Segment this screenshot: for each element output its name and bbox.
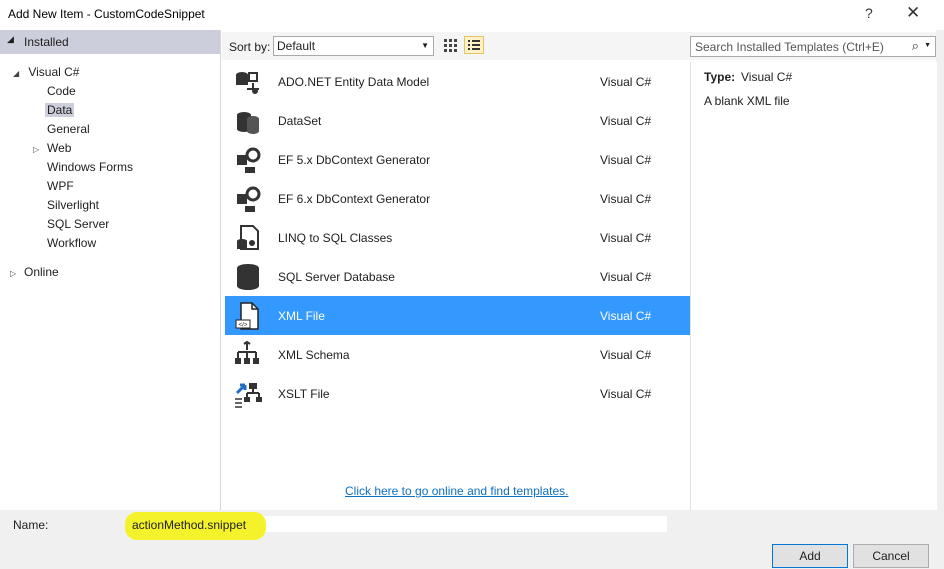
template-name: EF 6.x DbContext Generator (278, 192, 431, 206)
list-item[interactable]: LINQ to SQL Classes Visual C# (225, 218, 690, 257)
tree-item-general[interactable]: General (47, 120, 90, 139)
search-icon[interactable]: ⌕ (912, 38, 919, 54)
close-button[interactable]: ✕ (906, 3, 920, 23)
template-description: A blank XML file (704, 94, 790, 108)
tree-item-visual-csharp[interactable]: ◢ Visual C# (13, 63, 79, 82)
cancel-button[interactable]: Cancel (853, 544, 929, 568)
grid-view-button[interactable] (440, 36, 460, 54)
tree-item-sql-server[interactable]: SQL Server (47, 215, 109, 234)
chevron-down-icon[interactable]: ▼ (924, 42, 931, 49)
list-view-icon (468, 40, 480, 50)
svg-text:</>: </> (239, 323, 248, 329)
xml-file-icon: </> (235, 302, 259, 330)
xslt-file-icon (235, 383, 262, 408)
tree-item-label: General (47, 122, 90, 136)
category-tree: ◢ Installed ◢ Visual C# Code Data Genera… (0, 30, 221, 510)
list-item[interactable]: XML Schema Visual C# (225, 335, 690, 374)
template-language: Visual C# (600, 348, 652, 362)
tree-item-workflow[interactable]: Workflow (47, 234, 96, 253)
list-item[interactable]: ADO.NET Entity Data Model Visual C# (225, 62, 690, 101)
template-language: Visual C# (600, 75, 652, 89)
list-item[interactable]: DataSet Visual C# (225, 101, 690, 140)
template-name: SQL Server Database (278, 270, 395, 284)
online-templates-link[interactable]: Click here to go online and find templat… (345, 484, 568, 498)
template-name: LINQ to SQL Classes (278, 231, 393, 245)
search-placeholder: Search Installed Templates (Ctrl+E) (695, 40, 884, 54)
details-pane: Type: Visual C# A blank XML file (690, 62, 937, 510)
sort-value: Default (277, 39, 316, 53)
ef-generator-icon (237, 186, 261, 212)
template-language: Visual C# (600, 153, 652, 167)
tree-item-label: Code (47, 84, 76, 98)
template-language: Visual C# (600, 231, 652, 245)
title-bar: Add New Item - CustomCodeSnippet ? ✕ (0, 0, 944, 30)
tree-item-label: Web (47, 141, 72, 155)
tree-item-label: Windows Forms (47, 160, 134, 174)
tree-item-code[interactable]: Code (47, 82, 76, 101)
list-item[interactable]: </> XML File Visual C# (225, 296, 690, 335)
template-name: EF 5.x DbContext Generator (278, 153, 431, 167)
tree-item-label: Visual C# (28, 65, 80, 79)
tree-online-label: Online (24, 265, 59, 279)
list-item[interactable]: SQL Server Database Visual C# (225, 257, 690, 296)
tree-installed-label: Installed (24, 35, 69, 49)
list-item[interactable]: EF 5.x DbContext Generator Visual C# (225, 140, 690, 179)
expand-icon[interactable]: ▷ (33, 140, 47, 159)
ef-generator-icon (237, 147, 261, 173)
template-language: Visual C# (600, 309, 652, 323)
tree-item-label: SQL Server (47, 217, 110, 231)
window-edge (936, 30, 944, 569)
tree-item-label: Silverlight (47, 198, 100, 212)
tree-item-wpf[interactable]: WPF (47, 177, 74, 196)
template-language: Visual C# (600, 270, 652, 284)
list-item[interactable]: EF 6.x DbContext Generator Visual C# (225, 179, 690, 218)
search-input[interactable]: Search Installed Templates (Ctrl+E) ⌕ ▼ (690, 36, 936, 57)
chevron-down-icon: ▼ (421, 41, 429, 50)
template-language: Visual C# (600, 114, 652, 128)
add-button[interactable]: Add (772, 544, 848, 568)
xml-schema-icon (235, 340, 259, 364)
list-view-button[interactable] (464, 36, 484, 54)
expand-icon[interactable]: ◢ (13, 64, 25, 83)
entity-model-icon (236, 72, 259, 94)
type-value: Visual C# (741, 70, 793, 84)
footer-bar: Name: actionMethod.snippet Add Cancel (0, 510, 936, 569)
template-name: ADO.NET Entity Data Model (278, 75, 430, 89)
template-name: XSLT File (278, 387, 330, 401)
window-title: Add New Item - CustomCodeSnippet (8, 7, 205, 21)
tree-section-online[interactable]: ▷ Online (10, 263, 59, 282)
sort-label: Sort by: (229, 40, 271, 54)
template-name: XML File (278, 309, 325, 323)
tree-item-label: WPF (47, 179, 74, 193)
template-list: ADO.NET Entity Data Model Visual C# Data… (225, 62, 690, 510)
list-item[interactable]: XSLT File Visual C# (225, 374, 690, 413)
collapse-icon[interactable]: ◢ (7, 34, 14, 45)
tree-item-windows-forms[interactable]: Windows Forms (47, 158, 133, 177)
template-name: DataSet (278, 114, 322, 128)
help-button[interactable]: ? (865, 5, 873, 21)
tree-section-installed[interactable]: ◢ Installed (0, 30, 220, 54)
sort-dropdown[interactable]: Default ▼ (273, 36, 434, 56)
tree-item-web[interactable]: ▷ Web (33, 139, 71, 158)
dataset-icon (237, 112, 259, 134)
tree-item-data[interactable]: Data (45, 101, 75, 120)
tree-item-label: Data (45, 103, 75, 117)
linq-sql-icon (237, 225, 259, 250)
name-field-value: actionMethod.snippet (132, 518, 247, 532)
tree-item-silverlight[interactable]: Silverlight (47, 196, 99, 215)
tree-item-label: Workflow (47, 236, 97, 250)
template-language: Visual C# (600, 192, 652, 206)
grid-view-icon (444, 39, 457, 52)
toolbar: Sort by: Default ▼ Search Installed Temp… (222, 32, 936, 60)
type-label: Type: (704, 70, 736, 84)
template-language: Visual C# (600, 387, 652, 401)
name-label: Name: (13, 518, 49, 532)
expand-icon[interactable]: ▷ (10, 264, 24, 283)
database-icon (237, 264, 259, 290)
template-name: XML Schema (278, 348, 350, 362)
